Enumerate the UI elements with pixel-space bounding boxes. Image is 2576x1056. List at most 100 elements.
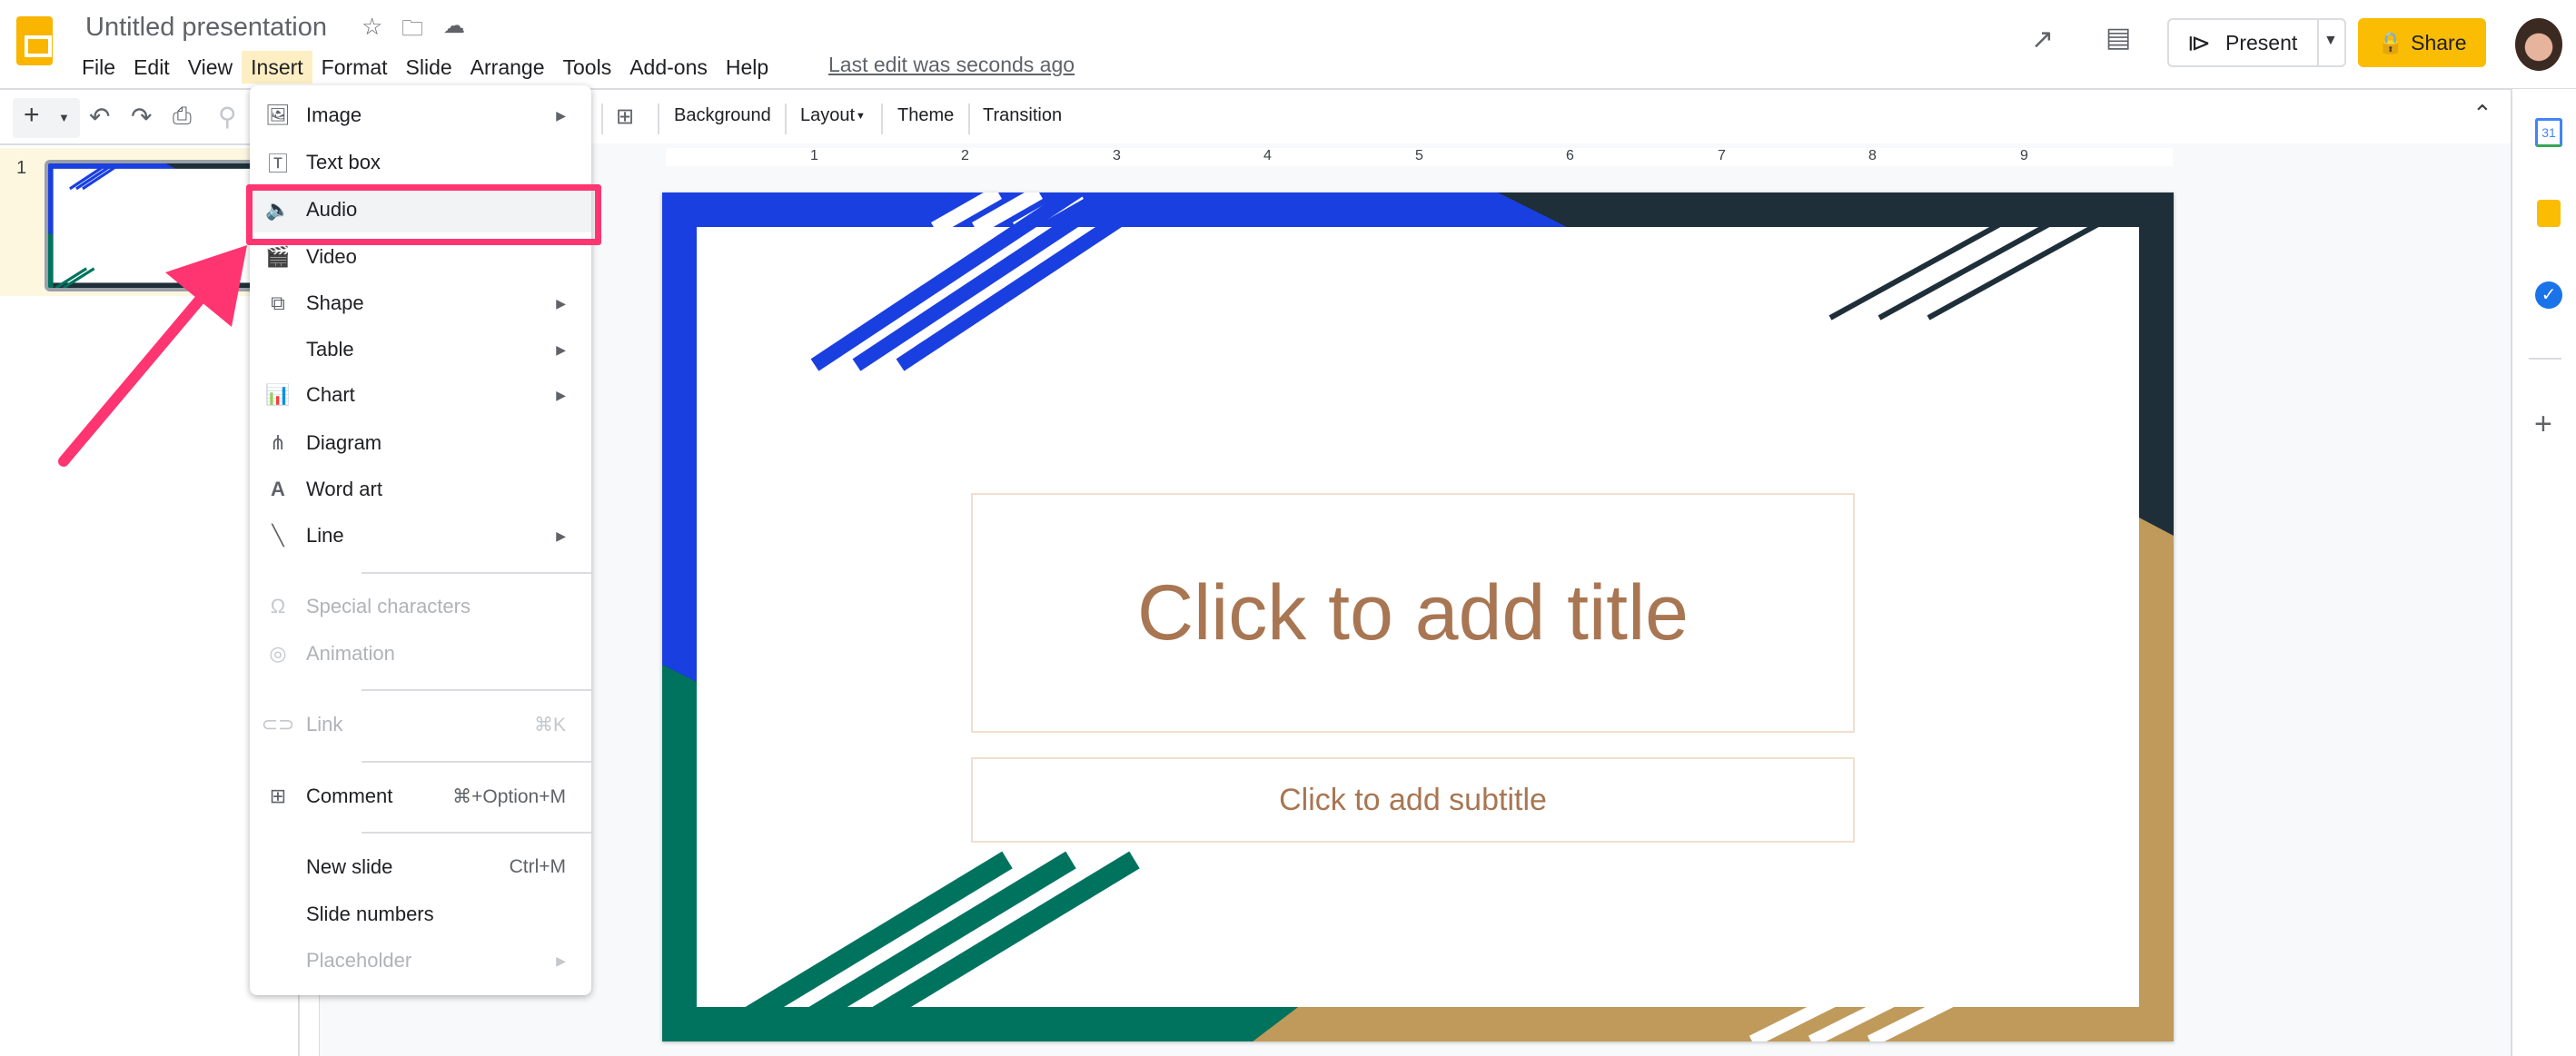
shape-icon: ⧉ xyxy=(271,291,285,314)
add-addon-plus-icon[interactable]: + xyxy=(2534,407,2552,442)
sidebar-divider xyxy=(2529,358,2561,360)
menu-item-label: Link xyxy=(306,713,343,735)
menu-separator xyxy=(362,761,591,763)
menu-item-label: Shape xyxy=(306,291,364,314)
menu-item-label: Chart xyxy=(306,383,355,406)
submenu-arrow-icon: ▶ xyxy=(556,341,566,357)
share-button[interactable]: 🔒 Share xyxy=(2358,18,2486,67)
menu-item-new-slide[interactable]: New slide Ctrl+M xyxy=(250,844,591,890)
theme-button[interactable]: Theme xyxy=(897,105,954,126)
menu-item-diagram[interactable]: ⋔ Diagram xyxy=(250,420,591,466)
menu-item-shape[interactable]: ⧉ Shape ▶ xyxy=(250,281,591,326)
arrow-head xyxy=(165,245,247,327)
menu-item-special-characters[interactable]: Ω Special characters xyxy=(250,584,591,629)
present-split-divider xyxy=(2317,20,2319,65)
activity-trend-icon[interactable]: ↗ xyxy=(2031,24,2054,55)
menu-item-label: Text box xyxy=(306,151,381,173)
menu-item-line[interactable]: ╲ Line ▶ xyxy=(250,513,591,558)
submenu-arrow-icon: ▶ xyxy=(556,107,566,123)
toolbar-divider xyxy=(785,104,787,134)
menu-item-chart[interactable]: 📊 Chart ▶ xyxy=(250,372,591,418)
menu-item-text-box[interactable]: 🅃 Text box xyxy=(250,140,591,185)
ruler-label: 3 xyxy=(1113,148,1121,163)
menu-help[interactable]: Help xyxy=(717,51,778,84)
ruler-label: 9 xyxy=(2020,148,2028,163)
submenu-arrow-icon: ▶ xyxy=(556,528,566,543)
menu-item-comment[interactable]: ⊞ Comment ⌘+Option+M xyxy=(250,774,591,819)
calendar-icon[interactable]: 31 xyxy=(2535,118,2562,147)
menu-separator xyxy=(362,689,591,691)
menu-item-label: Table xyxy=(306,338,354,360)
menu-item-label: Animation xyxy=(306,642,395,665)
menu-item-label: Comment xyxy=(306,785,393,807)
present-label: Present xyxy=(2225,31,2298,54)
menu-separator xyxy=(362,832,591,834)
animation-icon: ◎ xyxy=(269,642,287,665)
menu-item-word-art[interactable]: A Word art xyxy=(250,467,591,512)
subtitle-placeholder[interactable]: Click to add subtitle xyxy=(971,757,1855,843)
menu-item-label: Diagram xyxy=(306,431,382,454)
keep-icon[interactable] xyxy=(2537,200,2561,227)
collapse-toolbar-chevron-up-icon[interactable]: ⌃ xyxy=(2472,100,2492,128)
submenu-arrow-icon: ▶ xyxy=(556,387,566,402)
tasks-icon[interactable]: ✓ xyxy=(2535,281,2562,309)
menu-item-image[interactable]: 🖼 Image ▶ xyxy=(250,93,591,138)
menu-item-label: Special characters xyxy=(306,595,471,617)
ruler-label: 8 xyxy=(1868,148,1877,163)
background-button[interactable]: Background xyxy=(674,105,771,126)
lock-icon: 🔒 xyxy=(2377,30,2404,54)
menu-item-label: Image xyxy=(306,104,362,126)
video-icon: 🎬 xyxy=(265,245,291,268)
diagram-icon: ⋔ xyxy=(269,431,287,454)
comment-icon: ⊞ xyxy=(269,785,287,807)
menu-item-slide-numbers[interactable]: Slide numbers xyxy=(250,892,591,937)
ruler-label: 5 xyxy=(1415,148,1423,163)
menu-item-link[interactable]: ⊂⊃ Link ⌘K xyxy=(250,702,591,747)
last-edit-link[interactable]: Last edit was seconds ago xyxy=(828,53,1075,77)
present-play-icon: ⧐ xyxy=(2187,29,2211,56)
text-box-icon: 🅃 xyxy=(267,153,288,175)
menu-item-table[interactable]: Table ▶ xyxy=(250,327,591,372)
menu-item-label: Line xyxy=(306,524,344,547)
menu-item-label: Placeholder xyxy=(306,949,412,972)
line-icon: ╲ xyxy=(272,524,284,547)
toolbar-divider xyxy=(968,104,970,134)
word-art-icon: A xyxy=(271,478,285,500)
ruler-label: 1 xyxy=(810,148,818,163)
present-button[interactable]: ⧐ Present ▼ xyxy=(2167,18,2346,67)
vertical-ruler[interactable] xyxy=(300,995,320,1056)
link-icon: ⊂⊃ xyxy=(261,713,295,735)
shortcut: ⌘+Option+M xyxy=(452,785,566,807)
ruler-label: 6 xyxy=(1566,148,1574,163)
ruler-label: 2 xyxy=(961,148,969,163)
submenu-arrow-icon: ▶ xyxy=(556,952,566,968)
toolbar-divider xyxy=(658,104,659,134)
menu-item-label: Video xyxy=(306,245,357,268)
horizontal-ruler[interactable]: 1 2 3 4 5 6 7 8 9 xyxy=(666,148,2173,166)
omega-icon: Ω xyxy=(270,595,286,617)
ruler-label: 4 xyxy=(1263,148,1272,163)
calendar-day: 31 xyxy=(2541,125,2556,140)
menu-item-label: Word art xyxy=(306,478,382,500)
shortcut: ⌘K xyxy=(533,714,566,735)
transition-button[interactable]: Transition xyxy=(983,105,1062,126)
menu-item-placeholder[interactable]: Placeholder ▶ xyxy=(250,938,591,983)
menu-item-label: New slide xyxy=(306,855,393,878)
comments-icon[interactable]: ▤ xyxy=(2105,22,2131,54)
submenu-arrow-icon: ▶ xyxy=(556,295,566,311)
menu-item-animation[interactable]: ◎ Animation xyxy=(250,631,591,676)
menu-item-label: Slide numbers xyxy=(306,903,434,925)
shortcut: Ctrl+M xyxy=(509,856,566,877)
ruler-label: 7 xyxy=(1718,148,1726,163)
chart-icon: 📊 xyxy=(265,383,291,406)
arrow-shaft xyxy=(58,283,214,467)
menu-separator xyxy=(362,572,591,574)
title-placeholder[interactable]: Click to add title xyxy=(971,493,1855,733)
side-panel: 31 ✓ + xyxy=(2511,89,2576,1056)
image-icon: 🖼 xyxy=(265,104,291,126)
layout-button[interactable]: Layout xyxy=(800,105,855,126)
present-options-caret-icon[interactable]: ▼ xyxy=(2323,33,2338,49)
avatar[interactable] xyxy=(2515,18,2562,71)
layout-caret-icon[interactable]: ▼ xyxy=(856,111,866,122)
audio-highlight-annotation xyxy=(246,184,601,245)
